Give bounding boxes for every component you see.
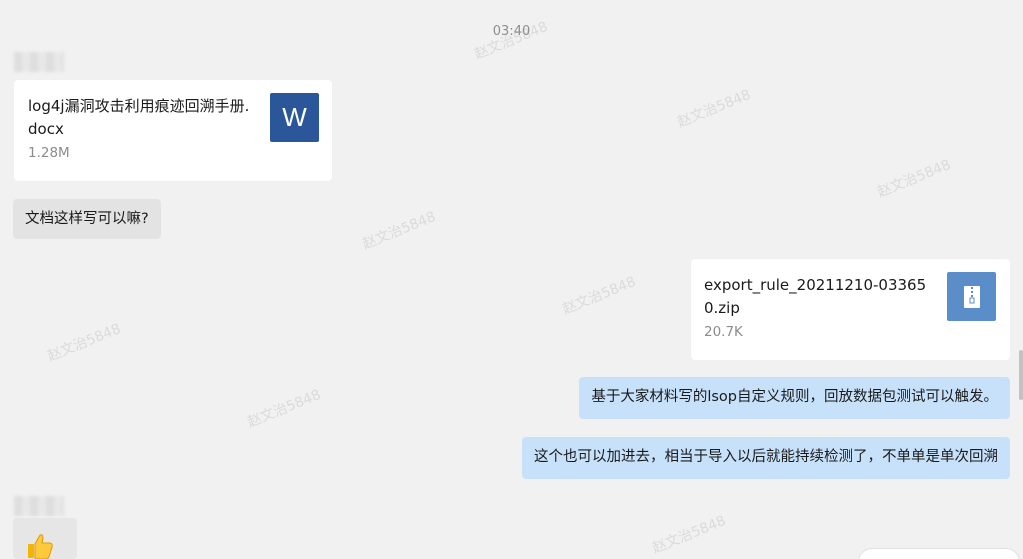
word-doc-icon: W — [270, 93, 319, 142]
file-size: 1.28M — [28, 145, 70, 161]
word-doc-icon-letter: W — [282, 102, 307, 132]
file-size: 20.7K — [704, 324, 743, 340]
outgoing-text-bubble[interactable]: 这个也可以加进去，相当于导入以后就能持续检测了，不单单是单次回溯 — [522, 437, 1010, 479]
watermark: 赵文治5848 — [45, 320, 124, 365]
scrollbar[interactable] — [1019, 350, 1023, 400]
incoming-file-card[interactable]: log4j漏洞攻击利用痕迹回溯手册.docx 1.28M W — [14, 80, 332, 181]
reaction-message[interactable] — [13, 518, 77, 559]
watermark: 赵文治5848 — [650, 512, 729, 557]
watermark: 赵文治5848 — [675, 86, 754, 131]
file-name: log4j漏洞攻击利用痕迹回溯手册.docx — [28, 97, 250, 138]
chat-message-panel: 赵文治5848 赵文治5848 赵文治5848 赵文治5848 赵文治5848 … — [0, 0, 1023, 559]
outgoing-text-bubble[interactable]: 基于大家材料写的lsop自定义规则，回放数据包测试可以触发。 — [579, 377, 1010, 419]
message-timestamp: 03:40 — [492, 24, 531, 39]
thumbs-up-icon — [28, 534, 53, 559]
outgoing-file-card[interactable]: export_rule_20211210-033650.zip 20.7K — [691, 259, 1010, 360]
file-name: export_rule_20211210-033650.zip — [704, 276, 927, 317]
watermark: 赵文治5848 — [560, 273, 639, 318]
zip-archive-icon-glyph — [963, 285, 980, 308]
zip-archive-icon — [947, 272, 996, 321]
watermark: 赵文治5848 — [360, 208, 439, 253]
watermark: 赵文治5848 — [875, 156, 954, 201]
sender-avatar — [14, 52, 64, 72]
incoming-text-bubble[interactable]: 文档这样写可以嘛? — [13, 199, 161, 239]
sender-avatar — [14, 496, 64, 516]
partial-message-bubble[interactable] — [858, 548, 1020, 559]
watermark: 赵文治5848 — [245, 386, 324, 431]
